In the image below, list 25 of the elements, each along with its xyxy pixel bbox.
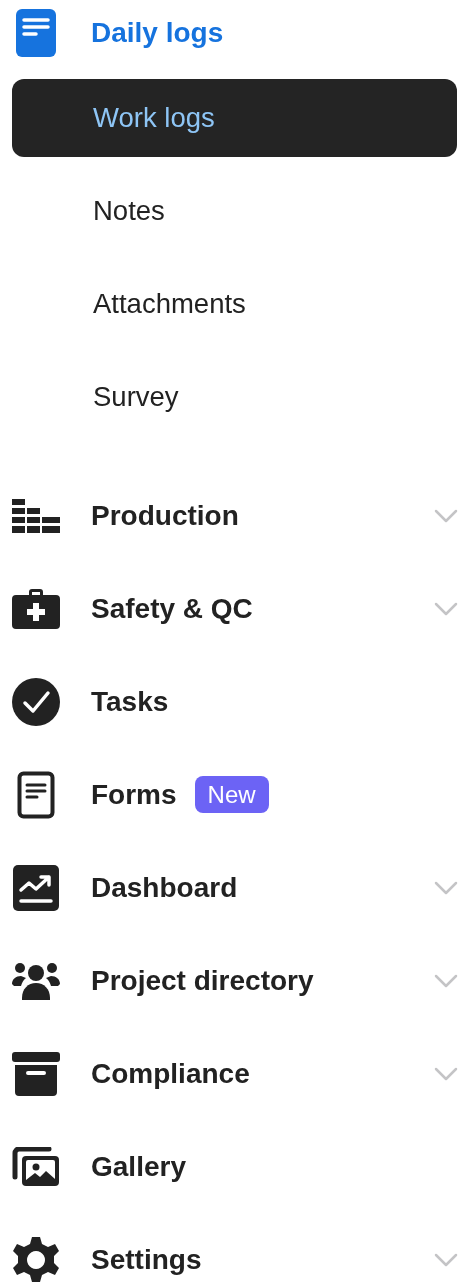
image-gallery-icon — [12, 1146, 60, 1187]
nav-item[interactable]: Gallery — [91, 1150, 186, 1183]
nav-item[interactable]: Daily logs — [0, 0, 459, 66]
document-icon — [16, 9, 56, 57]
brick-wall-icon — [12, 498, 60, 533]
nav-item[interactable]: Project directory — [91, 964, 314, 997]
check-circle-icon — [12, 677, 60, 726]
nav-item[interactable]: Compliance — [91, 1057, 250, 1090]
nav-item[interactable]: Settings — [91, 1243, 202, 1276]
nav-item[interactable]: Production — [91, 499, 239, 532]
people-icon — [12, 961, 60, 1000]
first-aid-kit-icon — [12, 588, 60, 629]
sub-nav-item[interactable]: Notes — [12, 171, 457, 250]
nav-item[interactable]: Forms — [91, 778, 177, 811]
sub-nav-item[interactable]: Survey — [12, 357, 457, 436]
nav-item[interactable]: Dashboard — [91, 871, 238, 904]
nav-item[interactable]: Safety & QC — [91, 592, 253, 625]
sub-nav-item[interactable]: Work logs — [12, 78, 457, 157]
document-icon — [17, 770, 55, 819]
nav-item[interactable]: Tasks — [91, 685, 169, 718]
settings-icon — [12, 1235, 60, 1282]
archive-box-icon — [12, 1051, 60, 1096]
chart-icon — [13, 864, 59, 911]
new-badge: New — [194, 776, 269, 813]
sub-nav-item[interactable]: Attachments — [12, 264, 457, 343]
